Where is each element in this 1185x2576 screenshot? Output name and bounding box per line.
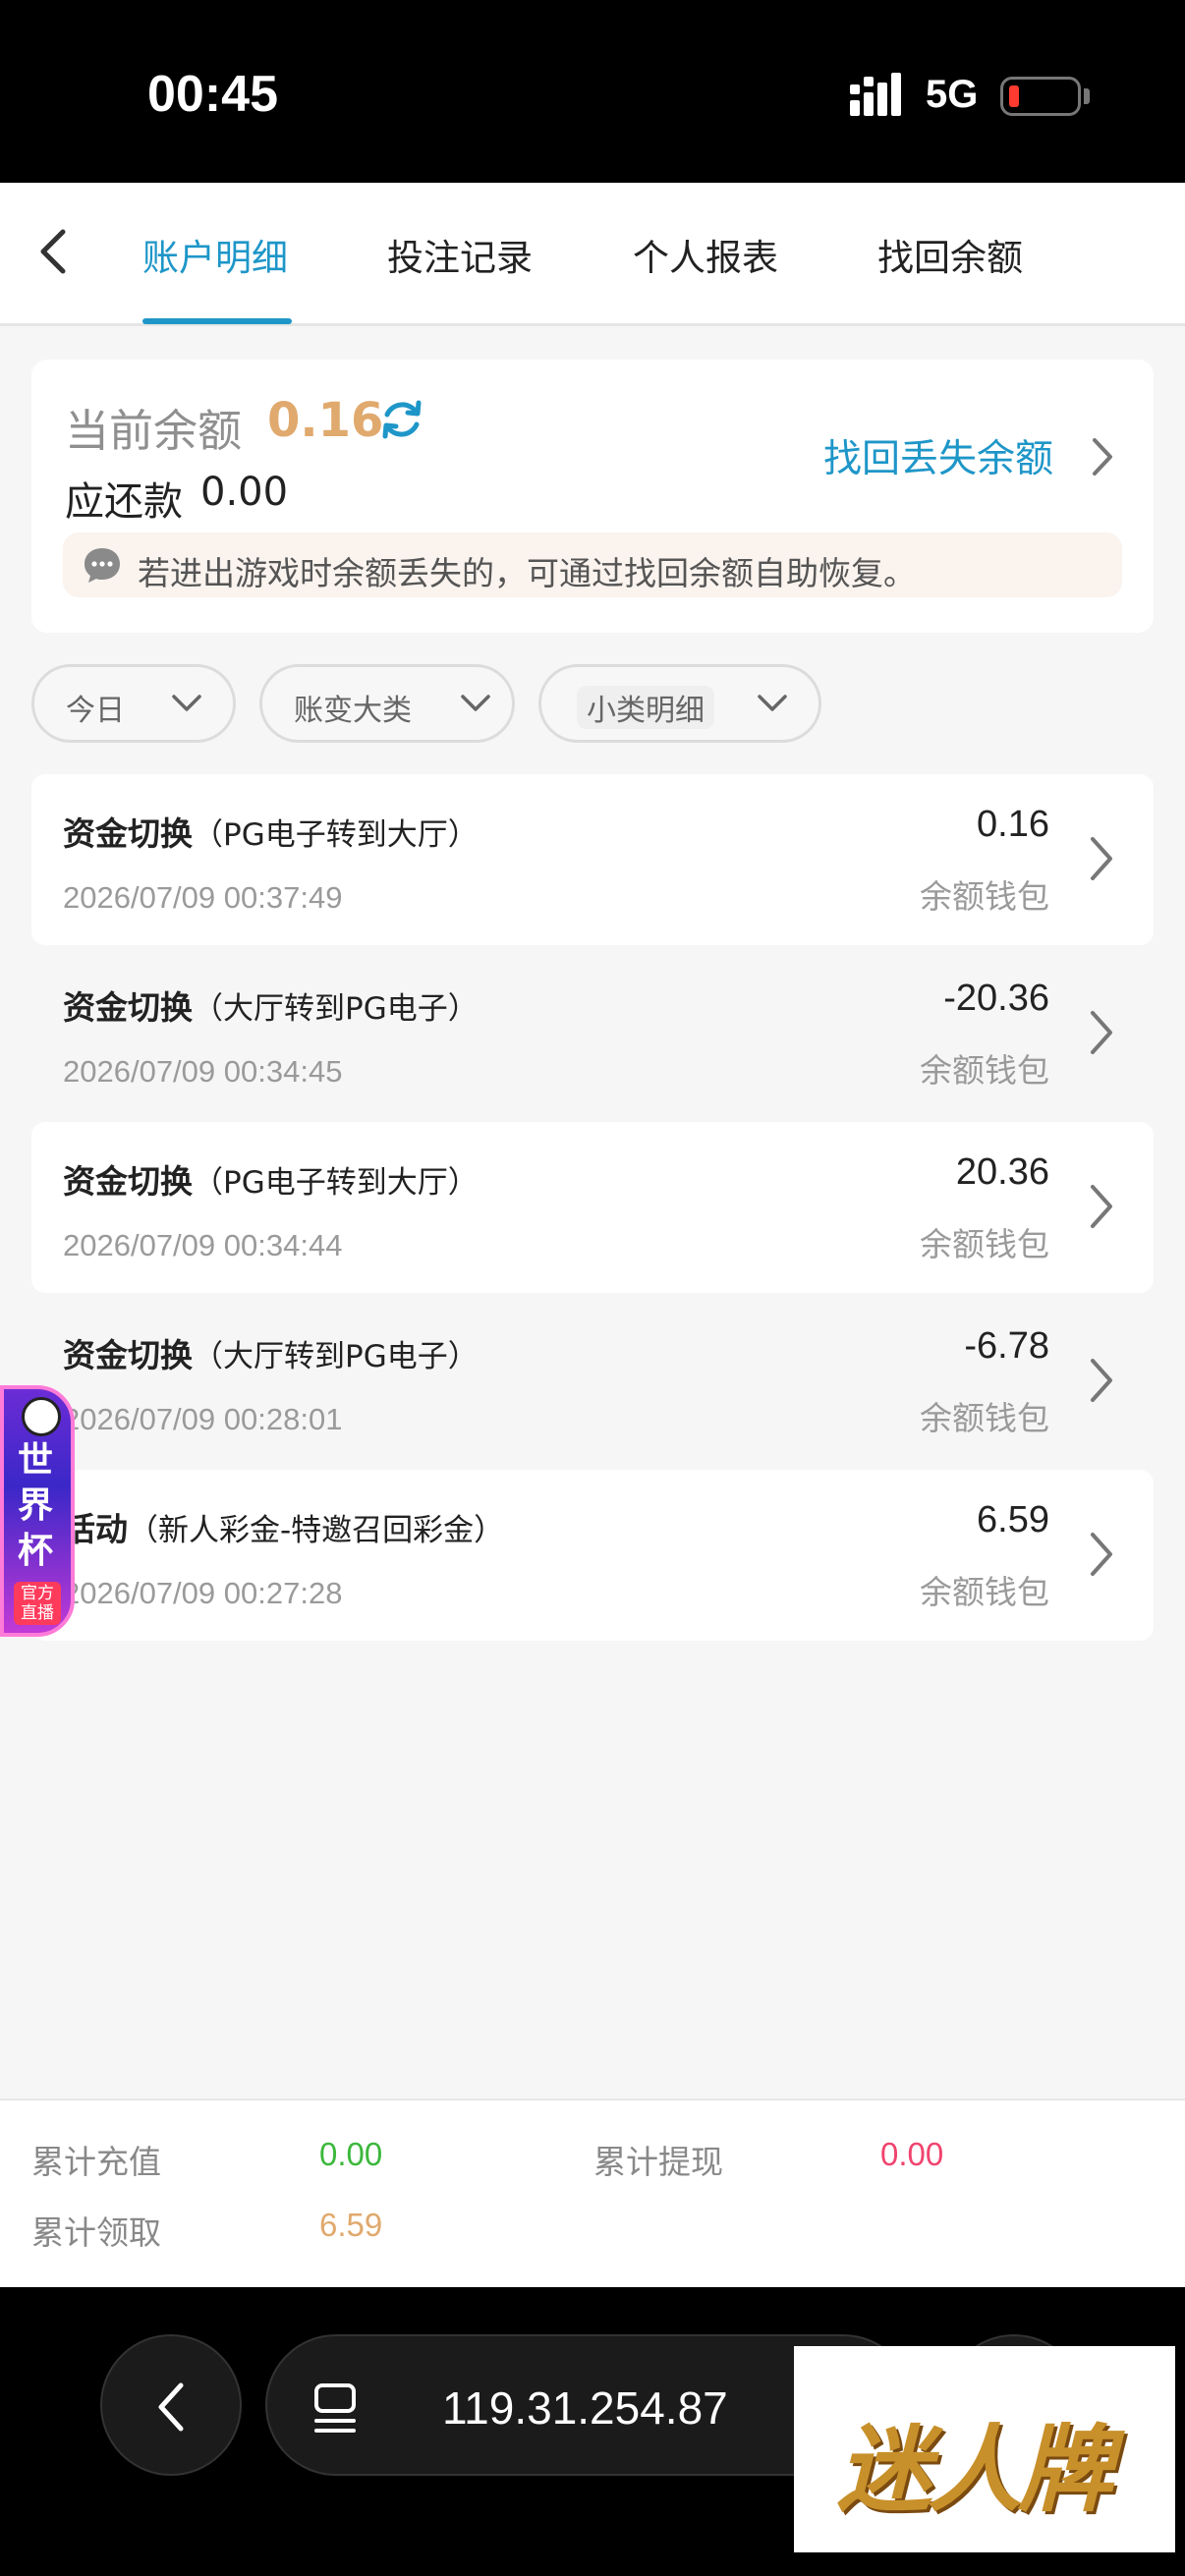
tab-recover-balance[interactable]: 找回余额 <box>877 228 1023 281</box>
claim-total-label: 累计领取 <box>31 2213 161 2252</box>
top-nav: 账户明细 投注记录 个人报表 找回余额 <box>0 183 1185 326</box>
balance-value: 0.16 <box>267 393 384 448</box>
transaction-amount: -6.78 <box>964 1325 1049 1367</box>
transaction-row[interactable]: 资金切换（大厅转到PG电子） 2026/07/09 00:28:01 -6.78… <box>31 1296 1154 1467</box>
transaction-date: 2026/07/09 00:34:45 <box>63 1054 343 1089</box>
status-bar: 00:45 5G <box>0 0 1185 183</box>
back-arrow-icon[interactable] <box>29 222 79 281</box>
transaction-title: 资金切换（大厅转到PG电子） <box>63 1336 479 1374</box>
watermark-text: 迷人牌 <box>837 2414 1112 2525</box>
chevron-down-icon <box>758 695 787 711</box>
transaction-title: 资金切换（PG电子转到大厅） <box>63 1162 479 1201</box>
live-tag: 官方直播 <box>14 1582 61 1625</box>
transaction-wallet: 余额钱包 <box>920 1399 1049 1437</box>
tab-personal-report[interactable]: 个人报表 <box>633 228 778 281</box>
claim-total-value: 6.59 <box>319 2207 383 2243</box>
transaction-wallet: 余额钱包 <box>920 1573 1049 1611</box>
withdraw-total-label: 累计提现 <box>593 2143 723 2181</box>
transaction-title: 活动（新人彩金-特邀召回彩金） <box>63 1510 505 1548</box>
transaction-amount: 0.16 <box>977 804 1049 845</box>
chevron-right-icon <box>1091 837 1112 880</box>
withdraw-total-value: 0.00 <box>880 2136 944 2172</box>
tab-account-details[interactable]: 账户明细 <box>142 228 288 281</box>
badge-char: 世 <box>18 1440 54 1481</box>
repay-label: 应还款 <box>65 479 183 525</box>
watermark-logo: 迷人牌 <box>794 2346 1175 2552</box>
deposit-total-label: 累计充值 <box>31 2143 161 2181</box>
transaction-row[interactable]: 活动（新人彩金-特邀召回彩金） 2026/07/09 00:27:28 6.59… <box>31 1470 1154 1641</box>
transaction-amount: 6.59 <box>977 1499 1049 1540</box>
address-text: 119.31.254.87 <box>442 2382 728 2434</box>
summary-panel: 累计充值 0.00 累计提现 0.00 累计领取 6.59 <box>0 2099 1185 2287</box>
transaction-title: 资金切换（大厅转到PG电子） <box>63 988 479 1027</box>
badge-char: 界 <box>18 1485 54 1526</box>
filter-date-label: 今日 <box>66 694 125 728</box>
transaction-row[interactable]: 资金切换（PG电子转到大厅） 2026/07/09 00:34:44 20.36… <box>31 1122 1154 1293</box>
transaction-date: 2026/07/09 00:28:01 <box>63 1402 343 1436</box>
transaction-row[interactable]: 资金切换（大厅转到PG电子） 2026/07/09 00:34:45 -20.3… <box>31 948 1154 1119</box>
refresh-icon[interactable] <box>377 395 426 444</box>
chevron-right-icon[interactable] <box>1087 434 1116 479</box>
transaction-wallet: 余额钱包 <box>920 1051 1049 1090</box>
filter-subcategory-label: 小类明细 <box>577 686 714 729</box>
repay-value: 0.00 <box>200 470 289 515</box>
balance-card: 当前余额 0.16 应还款 0.00 找回丢失余额 若进出游戏时余额丢失的，可通… <box>31 360 1154 633</box>
chevron-right-icon <box>1091 1011 1112 1054</box>
filter-subcategory[interactable]: 小类明细 <box>538 664 821 743</box>
filter-category[interactable]: 账变大类 <box>259 664 515 743</box>
transaction-amount: -20.36 <box>943 978 1049 1019</box>
deposit-total-value: 0.00 <box>319 2136 383 2172</box>
soccer-ball-icon <box>22 1397 61 1436</box>
chevron-right-icon <box>1091 1533 1112 1576</box>
notice-bar: 若进出游戏时余额丢失的，可通过找回余额自助恢复。 <box>63 532 1122 597</box>
active-tab-indicator <box>142 318 292 324</box>
transaction-wallet: 余额钱包 <box>920 1225 1049 1263</box>
badge-char: 杯 <box>18 1531 54 1571</box>
world-cup-live-badge[interactable]: 世 界 杯 官方直播 <box>0 1385 75 1637</box>
back-arrow-icon <box>158 2382 184 2432</box>
battery-tip <box>1084 88 1090 104</box>
network-type: 5G <box>926 73 979 116</box>
cellular-signal-icon <box>850 73 901 116</box>
chevron-right-icon <box>1091 1359 1112 1402</box>
transaction-row[interactable]: 资金切换（PG电子转到大厅） 2026/07/09 00:37:49 0.16 … <box>31 774 1154 945</box>
clock: 00:45 <box>147 66 278 123</box>
transaction-wallet: 余额钱包 <box>920 877 1049 916</box>
filter-date[interactable]: 今日 <box>31 664 236 743</box>
transaction-date: 2026/07/09 00:27:28 <box>63 1576 343 1610</box>
tabs-icon <box>314 2383 356 2433</box>
tab-bet-records[interactable]: 投注记录 <box>387 228 533 281</box>
balance-label: 当前余额 <box>65 405 243 457</box>
notice-text: 若进出游戏时余额丢失的，可通过找回余额自助恢复。 <box>138 554 916 592</box>
chevron-down-icon <box>461 695 490 711</box>
recover-lost-balance-link[interactable]: 找回丢失余额 <box>823 428 1053 483</box>
transaction-date: 2026/07/09 00:34:44 <box>63 1228 343 1262</box>
transaction-amount: 20.36 <box>955 1151 1049 1193</box>
battery-icon <box>1000 77 1081 116</box>
transaction-date: 2026/07/09 00:37:49 <box>63 880 343 915</box>
chevron-down-icon <box>172 695 201 711</box>
filter-category-label: 账变大类 <box>294 694 412 728</box>
browser-back-button[interactable] <box>100 2334 242 2476</box>
chevron-right-icon <box>1091 1185 1112 1228</box>
transaction-title: 资金切换（PG电子转到大厅） <box>63 814 479 853</box>
browser-toolbar: 119.31.254.87 迷人牌 <box>0 2287 1185 2576</box>
chat-bubble-icon <box>85 548 120 583</box>
